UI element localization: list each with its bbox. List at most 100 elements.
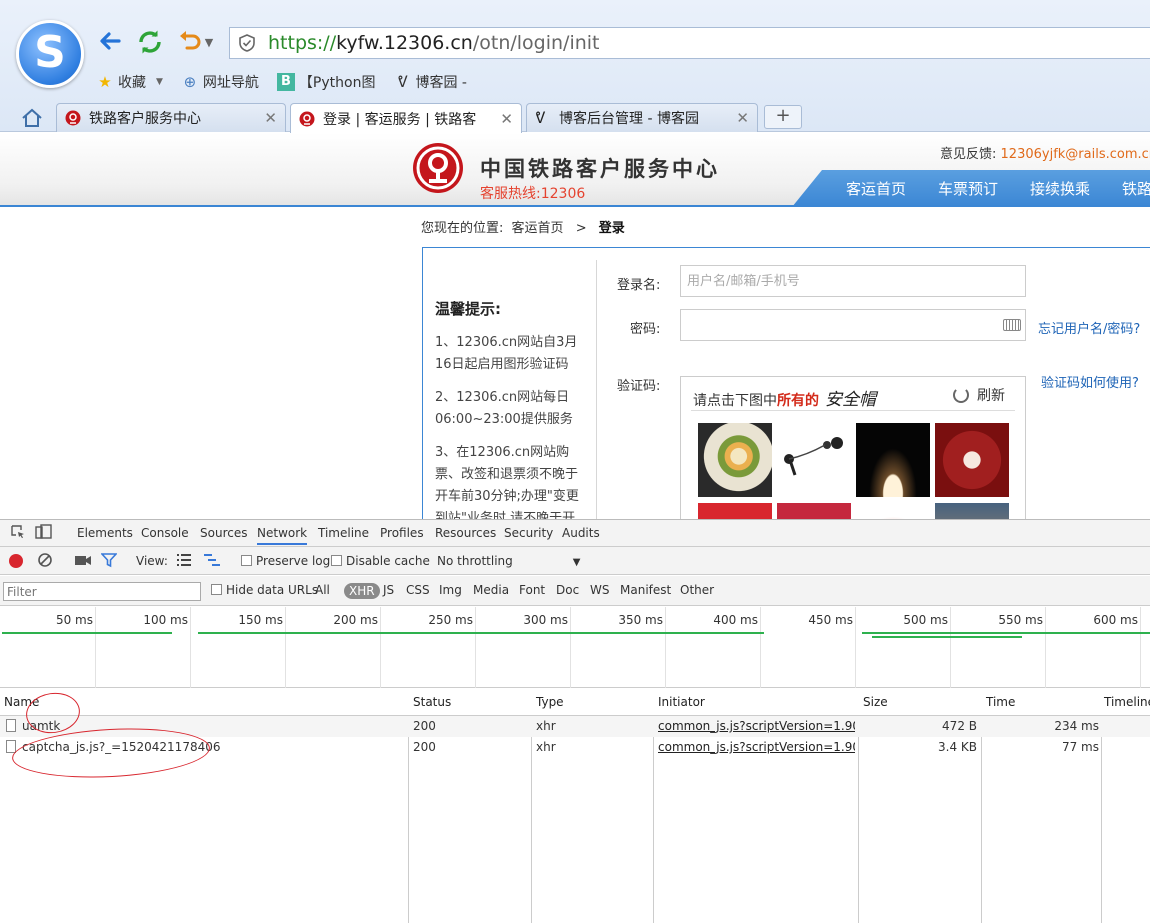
grid-line [190, 607, 191, 688]
password-input[interactable] [680, 309, 1026, 341]
bookmark-cnblogs[interactable]: ᕓ 博客园 - [393, 72, 467, 92]
captcha-help-link[interactable]: 验证码如何使用? [1041, 372, 1139, 391]
column-header-time[interactable]: Time [986, 695, 1015, 709]
back-arrow-icon[interactable] [95, 28, 125, 58]
tab-close-icon[interactable]: ✕ [736, 109, 749, 127]
captcha-image-candles[interactable] [856, 423, 930, 497]
column-header-status[interactable]: Status [413, 695, 451, 709]
tick-label: 50 ms [55, 613, 93, 627]
clear-icon[interactable] [37, 552, 53, 571]
tab-security[interactable]: Security [504, 526, 553, 540]
tab-close-icon[interactable]: ✕ [264, 109, 277, 127]
browser-logo-icon[interactable]: S [16, 20, 84, 88]
list-view-icon[interactable] [176, 553, 192, 570]
column-header-initiator[interactable]: Initiator [658, 695, 705, 709]
forgot-password-link[interactable]: 忘记用户名/密码? [1038, 318, 1140, 337]
type-filter-all[interactable]: All [315, 583, 330, 597]
railway-logo-icon[interactable] [413, 143, 463, 193]
type-filter-xhr[interactable]: XHR [344, 583, 380, 599]
camera-icon[interactable] [74, 552, 92, 571]
type-filter-css[interactable]: CSS [406, 583, 430, 597]
network-toolbar: View: Preserve log Disable cache No thro… [0, 547, 1150, 575]
request-time: 77 ms [1061, 740, 1099, 754]
column-header-size[interactable]: Size [863, 695, 888, 709]
home-icon[interactable] [20, 107, 44, 129]
nav-item-transfer[interactable]: 接续换乘 [1030, 178, 1090, 199]
record-button[interactable] [9, 554, 23, 568]
captcha-image-beans[interactable] [935, 423, 1009, 497]
type-filter-media[interactable]: Media [473, 583, 509, 597]
tick-label: 100 ms [143, 613, 188, 627]
type-filter-font[interactable]: Font [519, 583, 545, 597]
request-initiator-link[interactable]: common_js.js?scriptVersion=1.9078... [658, 740, 855, 754]
new-tab-button[interactable]: + [764, 105, 802, 129]
tab-profiles[interactable]: Profiles [380, 526, 424, 540]
site-header: 中国铁路客户服务中心 客服热线:12306 意见反馈: 12306yjfk@ra… [0, 133, 1150, 207]
tick-label: 600 ms [1093, 613, 1138, 627]
type-filter-doc[interactable]: Doc [556, 583, 579, 597]
tab-audits[interactable]: Audits [562, 526, 600, 540]
breadcrumb-current: 登录 [598, 221, 625, 236]
tab-login[interactable]: 登录 | 客运服务 | 铁路客 ✕ [290, 103, 522, 133]
refresh-icon[interactable] [135, 28, 165, 58]
breadcrumb-home-link[interactable]: 客运首页 [512, 221, 564, 236]
bookmark-python[interactable]: B 【Python图 [276, 72, 375, 92]
hide-data-urls-checkbox[interactable]: Hide data URLs [211, 583, 318, 597]
tab-close-icon[interactable]: ✕ [500, 110, 513, 128]
tab-cnblogs-admin[interactable]: ᕓ 博客后台管理 - 博客园 ✕ [526, 103, 758, 132]
filter-icon[interactable] [100, 552, 118, 571]
bookmark-favorites[interactable]: ★ 收藏 ▼ [96, 72, 163, 92]
inspect-element-icon[interactable] [10, 524, 26, 543]
throttling-select[interactable]: No throttling ▼ [437, 554, 580, 568]
type-filter-other[interactable]: Other [680, 583, 714, 597]
preserve-log-checkbox[interactable]: Preserve log [241, 554, 330, 568]
tab-railway-service[interactable]: 铁路客户服务中心 ✕ [56, 103, 286, 132]
tab-resources[interactable]: Resources [435, 526, 496, 540]
captcha-image[interactable] [935, 503, 1009, 519]
type-filter-ws[interactable]: WS [590, 583, 609, 597]
grid-line [665, 607, 666, 688]
feedback-email-link[interactable]: 12306yjfk@rails.com.cn [1001, 147, 1150, 162]
main-nav: 客运首页 车票预订 接续换乘 铁路 [792, 170, 1150, 207]
tick-label: 300 ms [523, 613, 568, 627]
tab-console[interactable]: Console [141, 526, 189, 540]
username-label: 登录名: [617, 278, 661, 293]
address-bar[interactable]: https://kyfw.12306.cn/otn/login/init [229, 27, 1150, 59]
nav-item-home[interactable]: 客运首页 [846, 178, 906, 199]
favorites-dropdown-icon[interactable]: ▼ [156, 77, 163, 87]
nav-item-railway[interactable]: 铁路 [1122, 178, 1150, 199]
captcha-image[interactable] [777, 503, 851, 519]
waterfall-view-icon[interactable] [203, 553, 221, 570]
captcha-image[interactable] [698, 503, 772, 519]
tab-timeline[interactable]: Timeline [318, 526, 369, 540]
captcha-panel[interactable]: 请点击下图中所有的 安全帽 刷新 [680, 376, 1026, 519]
device-mode-icon[interactable] [35, 524, 53, 543]
url-text[interactable]: https://kyfw.12306.cn/otn/login/init [268, 32, 600, 54]
disable-cache-checkbox[interactable]: Disable cache [331, 554, 430, 568]
bookmark-nav[interactable]: ⊕ 网址导航 [181, 72, 259, 92]
column-header-timeline[interactable]: Timeline [1104, 695, 1150, 709]
star-icon: ★ [98, 73, 112, 91]
undo-dropdown-icon[interactable]: ▼ [201, 28, 217, 58]
username-input[interactable] [680, 265, 1026, 297]
type-filter-img[interactable]: Img [439, 583, 462, 597]
column-header-type[interactable]: Type [536, 695, 564, 709]
network-request-table: Name Status Type Initiator Size Time Tim… [0, 689, 1150, 923]
tab-network[interactable]: Network [257, 526, 308, 545]
devtools-panel: Elements Console Sources Network Timelin… [0, 519, 1150, 923]
captcha-image-earphones[interactable] [777, 423, 851, 497]
login-panel: 温馨提示: 1、12306.cn网站自3月16日起启用图形验证码 2、12306… [422, 247, 1150, 519]
captcha-label: 验证码: [617, 379, 661, 394]
tab-elements[interactable]: Elements [77, 526, 133, 540]
tick-label: 350 ms [618, 613, 663, 627]
request-initiator-link[interactable]: common_js.js?scriptVersion=1.9078... [658, 719, 855, 733]
type-filter-manifest[interactable]: Manifest [620, 583, 671, 597]
captcha-image[interactable] [856, 503, 930, 519]
filter-input[interactable] [3, 582, 201, 601]
nav-item-booking[interactable]: 车票预订 [938, 178, 998, 199]
captcha-image-food[interactable] [698, 423, 772, 497]
keyboard-icon[interactable] [1003, 319, 1021, 331]
tab-sources[interactable]: Sources [200, 526, 247, 540]
captcha-refresh-button[interactable]: 刷新 [953, 385, 1005, 405]
type-filter-js[interactable]: JS [383, 583, 394, 597]
